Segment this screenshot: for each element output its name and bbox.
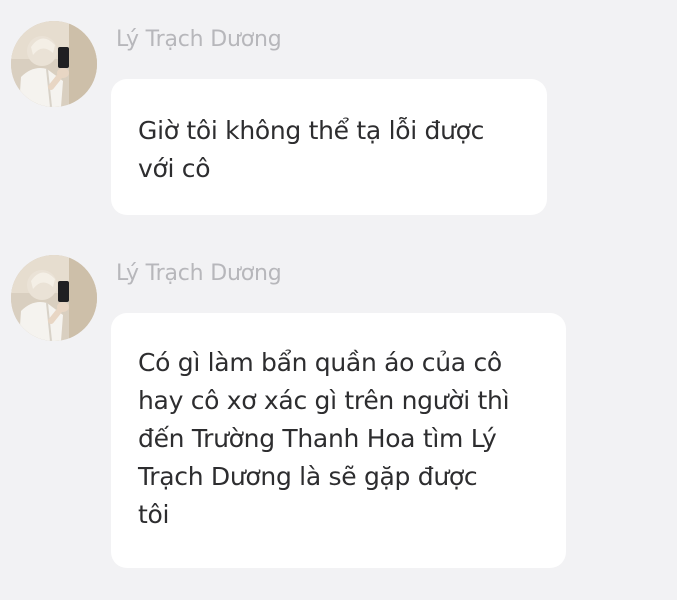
message-bubble[interactable]: Giờ tôi không thể tạ lỗi được với cô (111, 79, 547, 215)
message-line: hay cô xơ xác gì trên người thì (138, 386, 510, 415)
sender-name: Lý Trạch Dương (116, 261, 282, 286)
message-bubble[interactable]: Có gì làm bẩn quần áo của cô hay cô xơ x… (111, 313, 566, 568)
chat-message: Lý Trạch Dương Có gì làm bẩn quần áo của… (0, 235, 677, 600)
message-line: đến Trường Thanh Hoa tìm Lý (138, 424, 497, 453)
user-avatar-photo-icon (11, 21, 97, 107)
message-text: Có gì làm bẩn quần áo của cô hay cô xơ x… (138, 344, 539, 534)
sender-name: Lý Trạch Dương (116, 27, 282, 52)
message-line: Giờ tôi không thể tạ lỗi được (138, 116, 485, 145)
message-line: tôi (138, 500, 170, 529)
chat-message: Lý Trạch Dương Giờ tôi không thể tạ lỗi … (0, 0, 677, 230)
message-line: với cô (138, 154, 211, 183)
sender-avatar[interactable] (11, 255, 97, 341)
user-avatar-photo-icon (11, 255, 97, 341)
message-line: Có gì làm bẩn quần áo của cô (138, 348, 502, 377)
message-line: Trạch Dương là sẽ gặp được (138, 462, 478, 491)
sender-avatar[interactable] (11, 21, 97, 107)
message-text: Giờ tôi không thể tạ lỗi được với cô (138, 112, 520, 188)
